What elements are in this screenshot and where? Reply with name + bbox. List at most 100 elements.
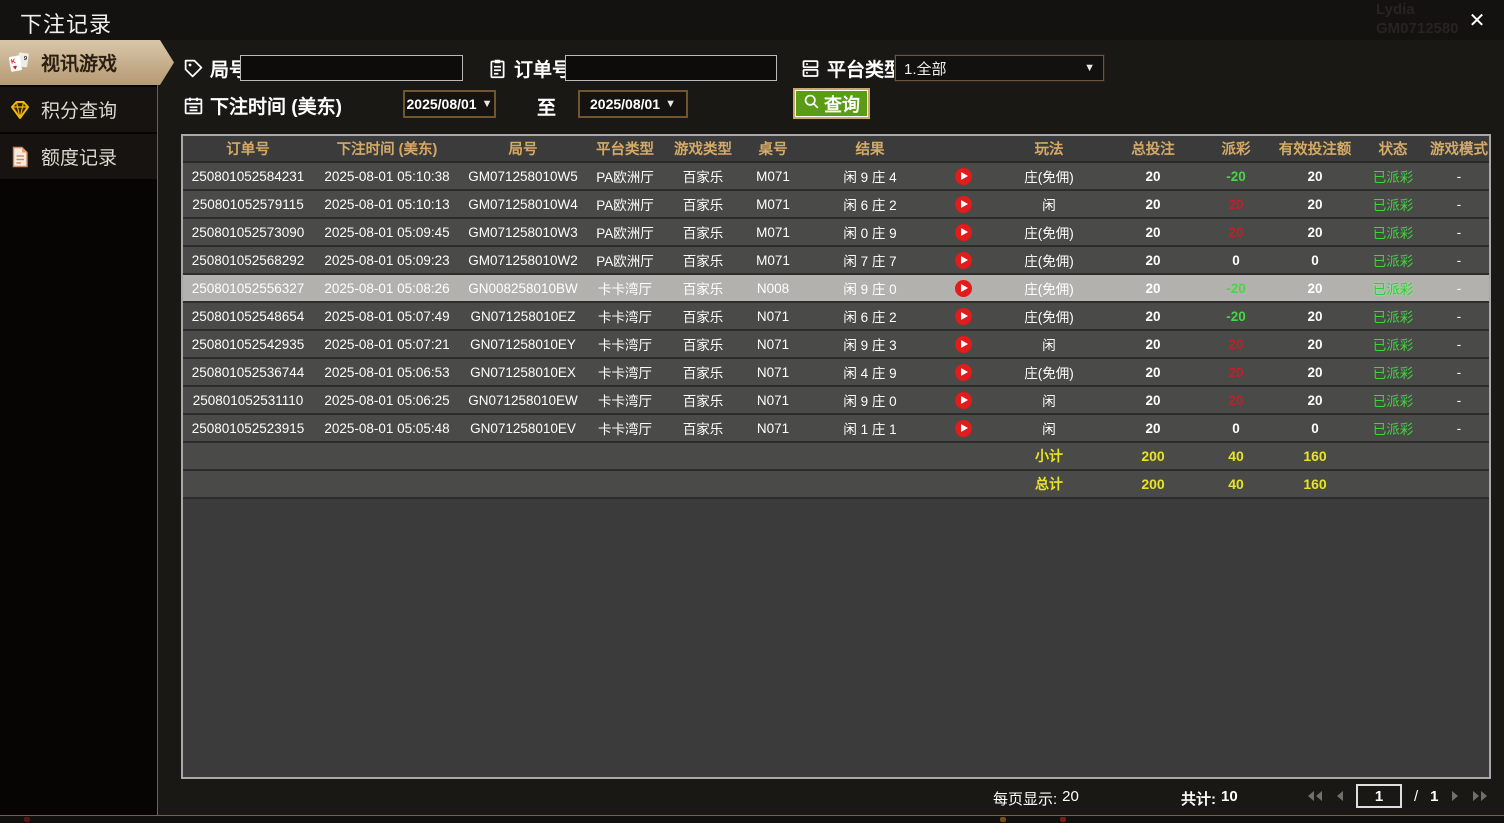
cell-platform: PA欧洲厅 — [585, 166, 665, 186]
next-page-icon[interactable] — [1451, 790, 1460, 802]
play-video-icon[interactable] — [955, 252, 972, 269]
play-video-icon[interactable] — [955, 168, 972, 185]
pagination: / 1 — [1306, 784, 1489, 808]
play-video-icon[interactable] — [955, 336, 972, 353]
cell-play — [935, 420, 991, 437]
cell-mode: - — [1429, 421, 1489, 436]
table-row[interactable]: 2508010525429352025-08-01 05:07:21GN0712… — [183, 331, 1489, 359]
bet-time-label-group: 下注时间 (美东) — [183, 92, 342, 119]
cell-order: 250801052573090 — [183, 225, 313, 240]
sidebar-item-video-games[interactable]: 9 K ♥ 视讯游戏 — [0, 40, 174, 85]
table-row[interactable]: 2508010525486542025-08-01 05:07:49GN0712… — [183, 303, 1489, 331]
table-row[interactable]: 2508010525791152025-08-01 05:10:13GM0712… — [183, 191, 1489, 219]
order-number-input[interactable] — [565, 55, 777, 81]
table-row[interactable]: 2508010525730902025-08-01 05:09:45GM0712… — [183, 219, 1489, 247]
cell-table_no: N071 — [741, 337, 805, 352]
last-page-icon[interactable] — [1472, 790, 1489, 802]
cell-bet: 20 — [1107, 309, 1199, 324]
playing-cards-icon: 9 K ♥ — [8, 51, 32, 75]
close-icon[interactable]: ✕ — [1464, 8, 1490, 34]
play-video-icon[interactable] — [955, 392, 972, 409]
records-count-label: 共计: — [1181, 788, 1216, 809]
cell-time: 2025-08-01 05:06:25 — [313, 393, 461, 408]
date-to-picker[interactable]: 2025/08/01 ▼ — [578, 90, 688, 118]
play-video-icon[interactable] — [955, 280, 972, 297]
cell-play — [935, 196, 991, 213]
total-bet: 200 — [1107, 476, 1199, 492]
cell-order: 250801052548654 — [183, 309, 313, 324]
sidebar-item-label: 积分查询 — [41, 96, 117, 123]
cell-table_no: M071 — [741, 253, 805, 268]
cell-mode: - — [1429, 281, 1489, 296]
cell-platform: 卡卡湾厅 — [585, 306, 665, 326]
first-page-icon[interactable] — [1306, 790, 1323, 802]
per-page-display: 每页显示: 20 — [993, 788, 1079, 809]
cell-round: GN071258010EV — [461, 421, 585, 436]
subtotal-row: 小计20040160 — [183, 443, 1489, 471]
date-from-picker[interactable]: 2025/08/01 ▼ — [403, 90, 496, 118]
cell-platform: 卡卡湾厅 — [585, 334, 665, 354]
cell-round: GN071258010EY — [461, 337, 585, 352]
cell-table_no: N071 — [741, 393, 805, 408]
table-row[interactable]: 2508010525682922025-08-01 05:09:23GM0712… — [183, 247, 1489, 275]
sidebar-item-quota-records[interactable]: 额度记录 — [0, 134, 157, 179]
cell-status: 已派彩 — [1357, 334, 1429, 354]
play-video-icon[interactable] — [955, 308, 972, 325]
cell-play — [935, 168, 991, 185]
round-number-input[interactable] — [240, 55, 463, 81]
cell-time: 2025-08-01 05:08:26 — [313, 281, 461, 296]
sidebar-item-points-query[interactable]: 积分查询 — [0, 87, 157, 132]
cell-status: 已派彩 — [1357, 390, 1429, 410]
cell-payout: 0 — [1199, 253, 1273, 268]
cell-payout: 20 — [1199, 337, 1273, 352]
cell-time: 2025-08-01 05:05:48 — [313, 421, 461, 436]
background-fragment — [1060, 817, 1066, 822]
cell-round: GM071258010W5 — [461, 169, 585, 184]
sidebar-item-label: 视讯游戏 — [41, 49, 117, 76]
total-valid: 160 — [1273, 476, 1357, 492]
cell-order: 250801052584231 — [183, 169, 313, 184]
subtotal-bet: 200 — [1107, 448, 1199, 464]
cell-platform: PA欧洲厅 — [585, 194, 665, 214]
table-row[interactable]: 2508010525239152025-08-01 05:05:48GN0712… — [183, 415, 1489, 443]
cell-bet: 20 — [1107, 169, 1199, 184]
total-playtype: 总计 — [991, 474, 1107, 494]
order-number-label-group: 订单号 — [487, 55, 571, 82]
cell-play — [935, 392, 991, 409]
cell-playtype: 庄(免佣) — [991, 362, 1107, 382]
column-header-valid: 有效投注额 — [1273, 138, 1357, 159]
query-button[interactable]: 查询 — [793, 88, 870, 119]
cell-result: 闲 4 庄 9 — [805, 362, 935, 382]
cell-status: 已派彩 — [1357, 250, 1429, 270]
cell-payout: 0 — [1199, 421, 1273, 436]
table-row[interactable]: 2508010525842312025-08-01 05:10:38GM0712… — [183, 163, 1489, 191]
cell-result: 闲 9 庄 4 — [805, 166, 935, 186]
content-area: 局号 订单号 — [158, 40, 1504, 815]
cell-order: 250801052579115 — [183, 197, 313, 212]
table-row[interactable]: 2508010525311102025-08-01 05:06:25GN0712… — [183, 387, 1489, 415]
filter-bar: 局号 订单号 — [158, 40, 1504, 134]
cell-round: GN071258010EW — [461, 393, 585, 408]
page-number-input[interactable] — [1356, 784, 1402, 808]
play-video-icon[interactable] — [955, 224, 972, 241]
query-button-label: 查询 — [824, 91, 860, 117]
per-page-label: 每页显示: — [993, 788, 1057, 809]
cell-play — [935, 224, 991, 241]
platform-type-select[interactable]: 1.全部 ▼ — [895, 55, 1104, 81]
play-video-icon[interactable] — [955, 196, 972, 213]
chevron-down-icon: ▼ — [482, 98, 493, 110]
cell-table_no: N071 — [741, 421, 805, 436]
cell-game: 百家乐 — [665, 418, 741, 438]
column-header-table_no: 桌号 — [741, 138, 805, 159]
cell-time: 2025-08-01 05:10:38 — [313, 169, 461, 184]
table-row[interactable]: 2508010525563272025-08-01 05:08:26GN0082… — [183, 275, 1489, 303]
previous-page-icon[interactable] — [1335, 790, 1344, 802]
platform-stack-icon — [800, 58, 821, 79]
cell-order: 250801052536744 — [183, 365, 313, 380]
table-row[interactable]: 2508010525367442025-08-01 05:06:53GN0712… — [183, 359, 1489, 387]
play-video-icon[interactable] — [955, 420, 972, 437]
subtotal-playtype: 小计 — [991, 446, 1107, 466]
cell-order: 250801052556327 — [183, 281, 313, 296]
play-video-icon[interactable] — [955, 364, 972, 381]
bet-time-label: 下注时间 (美东) — [210, 92, 342, 119]
